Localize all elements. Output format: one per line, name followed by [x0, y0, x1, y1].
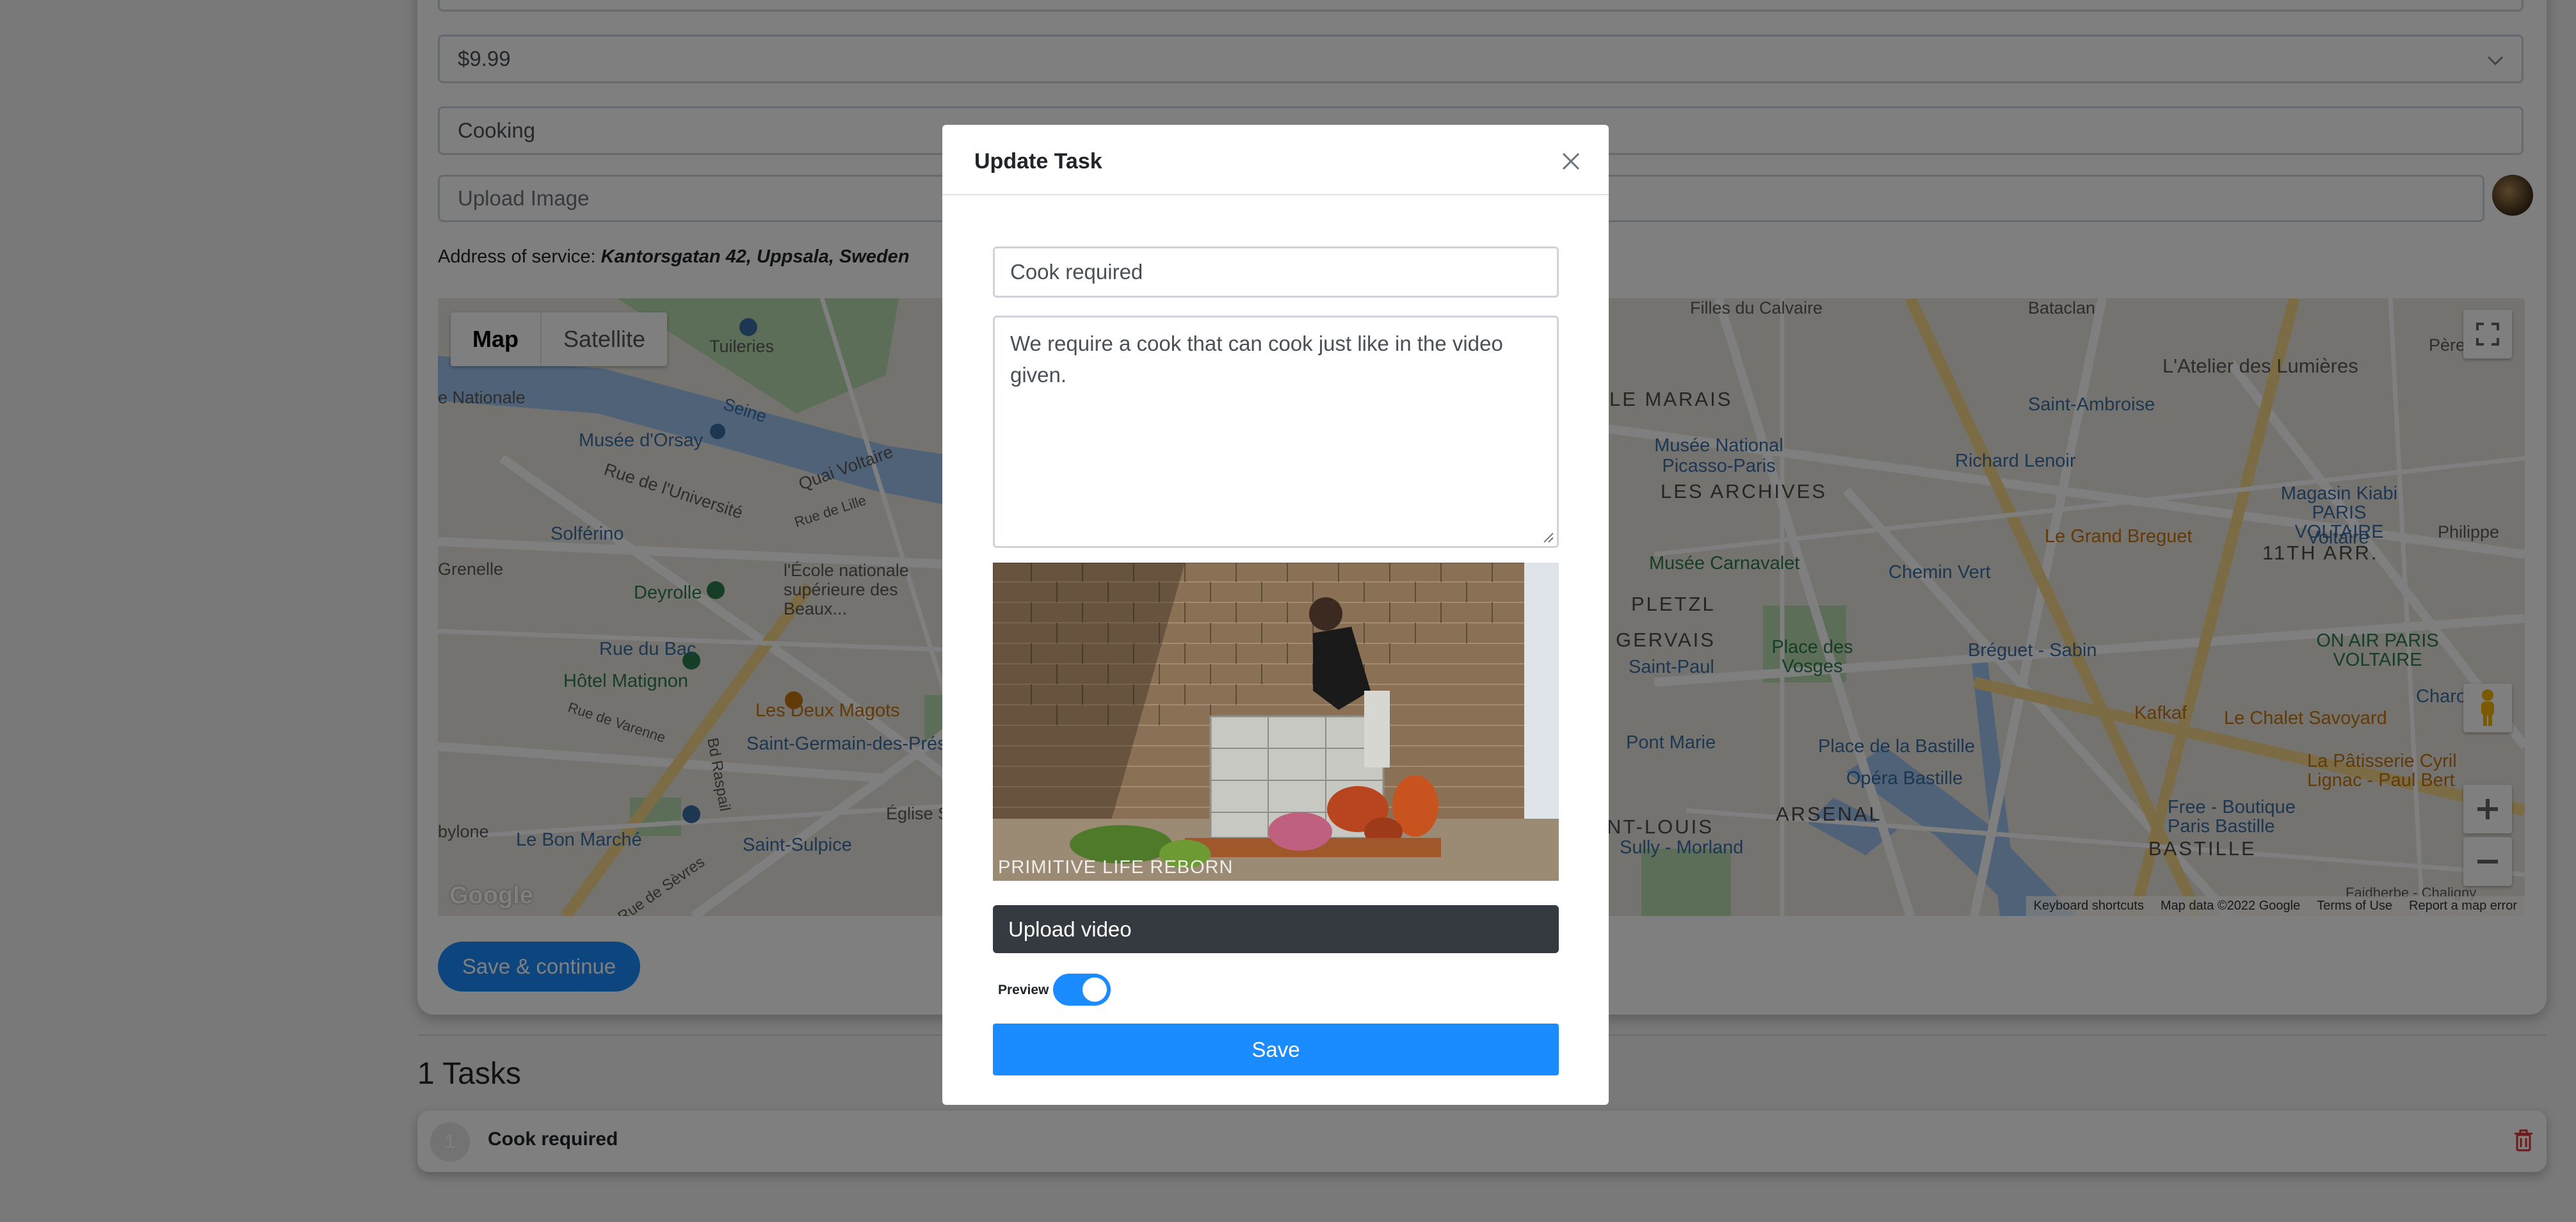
- preview-toggle[interactable]: [1053, 974, 1111, 1006]
- video-preview[interactable]: PRIMITIVE LIFE REBORN: [993, 563, 1559, 881]
- modal-title: Update Task: [974, 149, 1102, 173]
- video-frame: [993, 563, 1559, 881]
- task-title-input[interactable]: Cook required: [993, 246, 1559, 298]
- toggle-knob: [1083, 977, 1107, 1002]
- save-button[interactable]: Save: [993, 1024, 1559, 1075]
- task-description-value: We require a cook that can cook just lik…: [1010, 332, 1503, 387]
- update-task-modal: Update Task Cook required We require a c…: [942, 125, 1609, 1105]
- close-button[interactable]: [1560, 150, 1582, 172]
- close-icon: [1562, 152, 1580, 170]
- video-watermark: PRIMITIVE LIFE REBORN: [998, 857, 1234, 878]
- modal-header: Update Task: [942, 125, 1609, 195]
- task-title-value: Cook required: [1010, 260, 1143, 284]
- upload-video-button[interactable]: Upload video: [993, 905, 1559, 953]
- resize-grip-icon[interactable]: [1540, 529, 1554, 543]
- task-description-textarea[interactable]: We require a cook that can cook just lik…: [993, 316, 1559, 548]
- preview-label: Preview: [998, 983, 1049, 997]
